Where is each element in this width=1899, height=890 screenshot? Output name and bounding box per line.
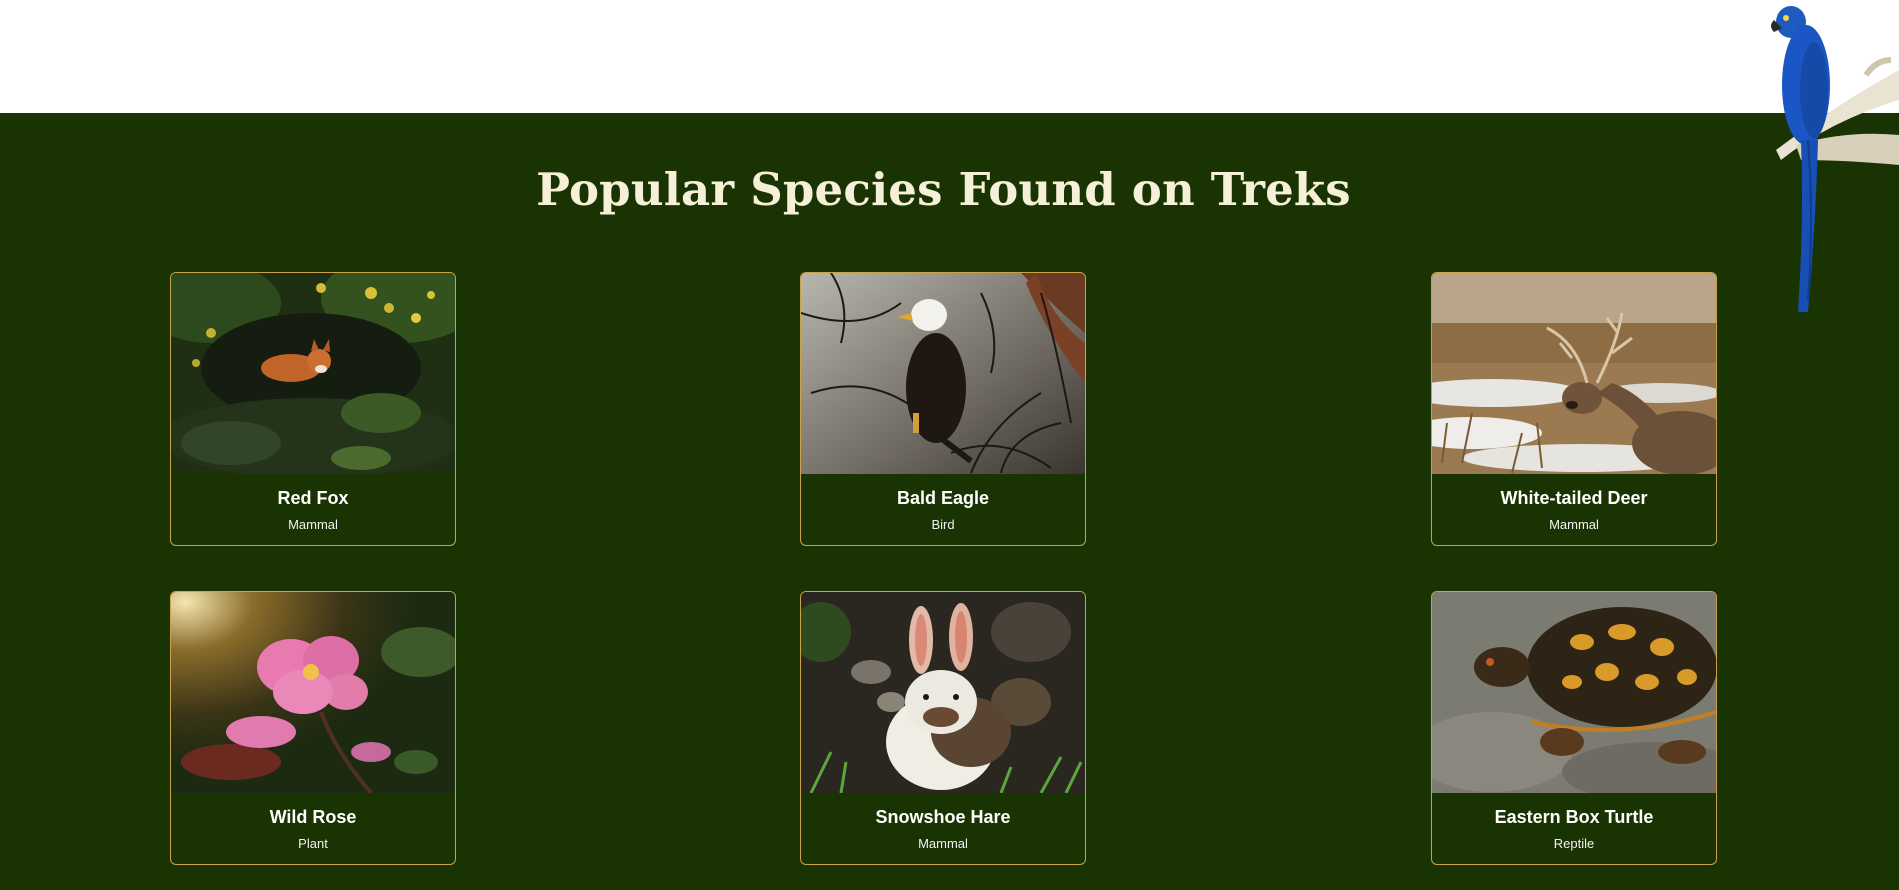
- eastern-box-turtle-photo: [1432, 592, 1716, 793]
- species-card-eastern-box-turtle[interactable]: Eastern Box Turtle Reptile: [1431, 591, 1717, 865]
- species-name: Bald Eagle: [896, 488, 990, 508]
- white-tailed-deer-photo: [1432, 273, 1716, 474]
- species-card-snowshoe-hare[interactable]: Snowshoe Hare Mammal: [800, 591, 1086, 865]
- species-name: Red Fox: [277, 488, 349, 508]
- species-card-wild-rose[interactable]: Wild Rose Plant: [170, 591, 456, 865]
- species-name: Wild Rose: [269, 807, 357, 827]
- snowshoe-hare-photo: [801, 592, 1085, 793]
- species-type: Mammal: [288, 517, 338, 532]
- section-title: Popular Species Found on Treks: [536, 163, 1351, 216]
- red-fox-photo: [171, 273, 455, 474]
- species-card-white-tailed-deer[interactable]: White-tailed Deer Mammal: [1431, 272, 1717, 546]
- species-card-red-fox[interactable]: Red Fox Mammal: [170, 272, 456, 546]
- species-name: Eastern Box Turtle: [1494, 807, 1654, 827]
- bald-eagle-photo: [801, 273, 1085, 474]
- species-card-bald-eagle[interactable]: Bald Eagle Bird: [800, 272, 1086, 546]
- species-type: Mammal: [918, 836, 968, 851]
- species-type: Bird: [931, 517, 955, 532]
- species-name: Snowshoe Hare: [875, 807, 1011, 827]
- wild-rose-photo: [171, 592, 455, 793]
- species-type: Reptile: [1553, 836, 1595, 851]
- species-type: Mammal: [1549, 517, 1599, 532]
- popular-species-section: Popular Species Found on Treks Red Fox M…: [0, 113, 1899, 890]
- species-type: Plant: [298, 836, 328, 851]
- page-header-band: [0, 0, 1899, 113]
- blue-parrot-illustration: [1771, 6, 1899, 312]
- species-name: White-tailed Deer: [1500, 488, 1648, 508]
